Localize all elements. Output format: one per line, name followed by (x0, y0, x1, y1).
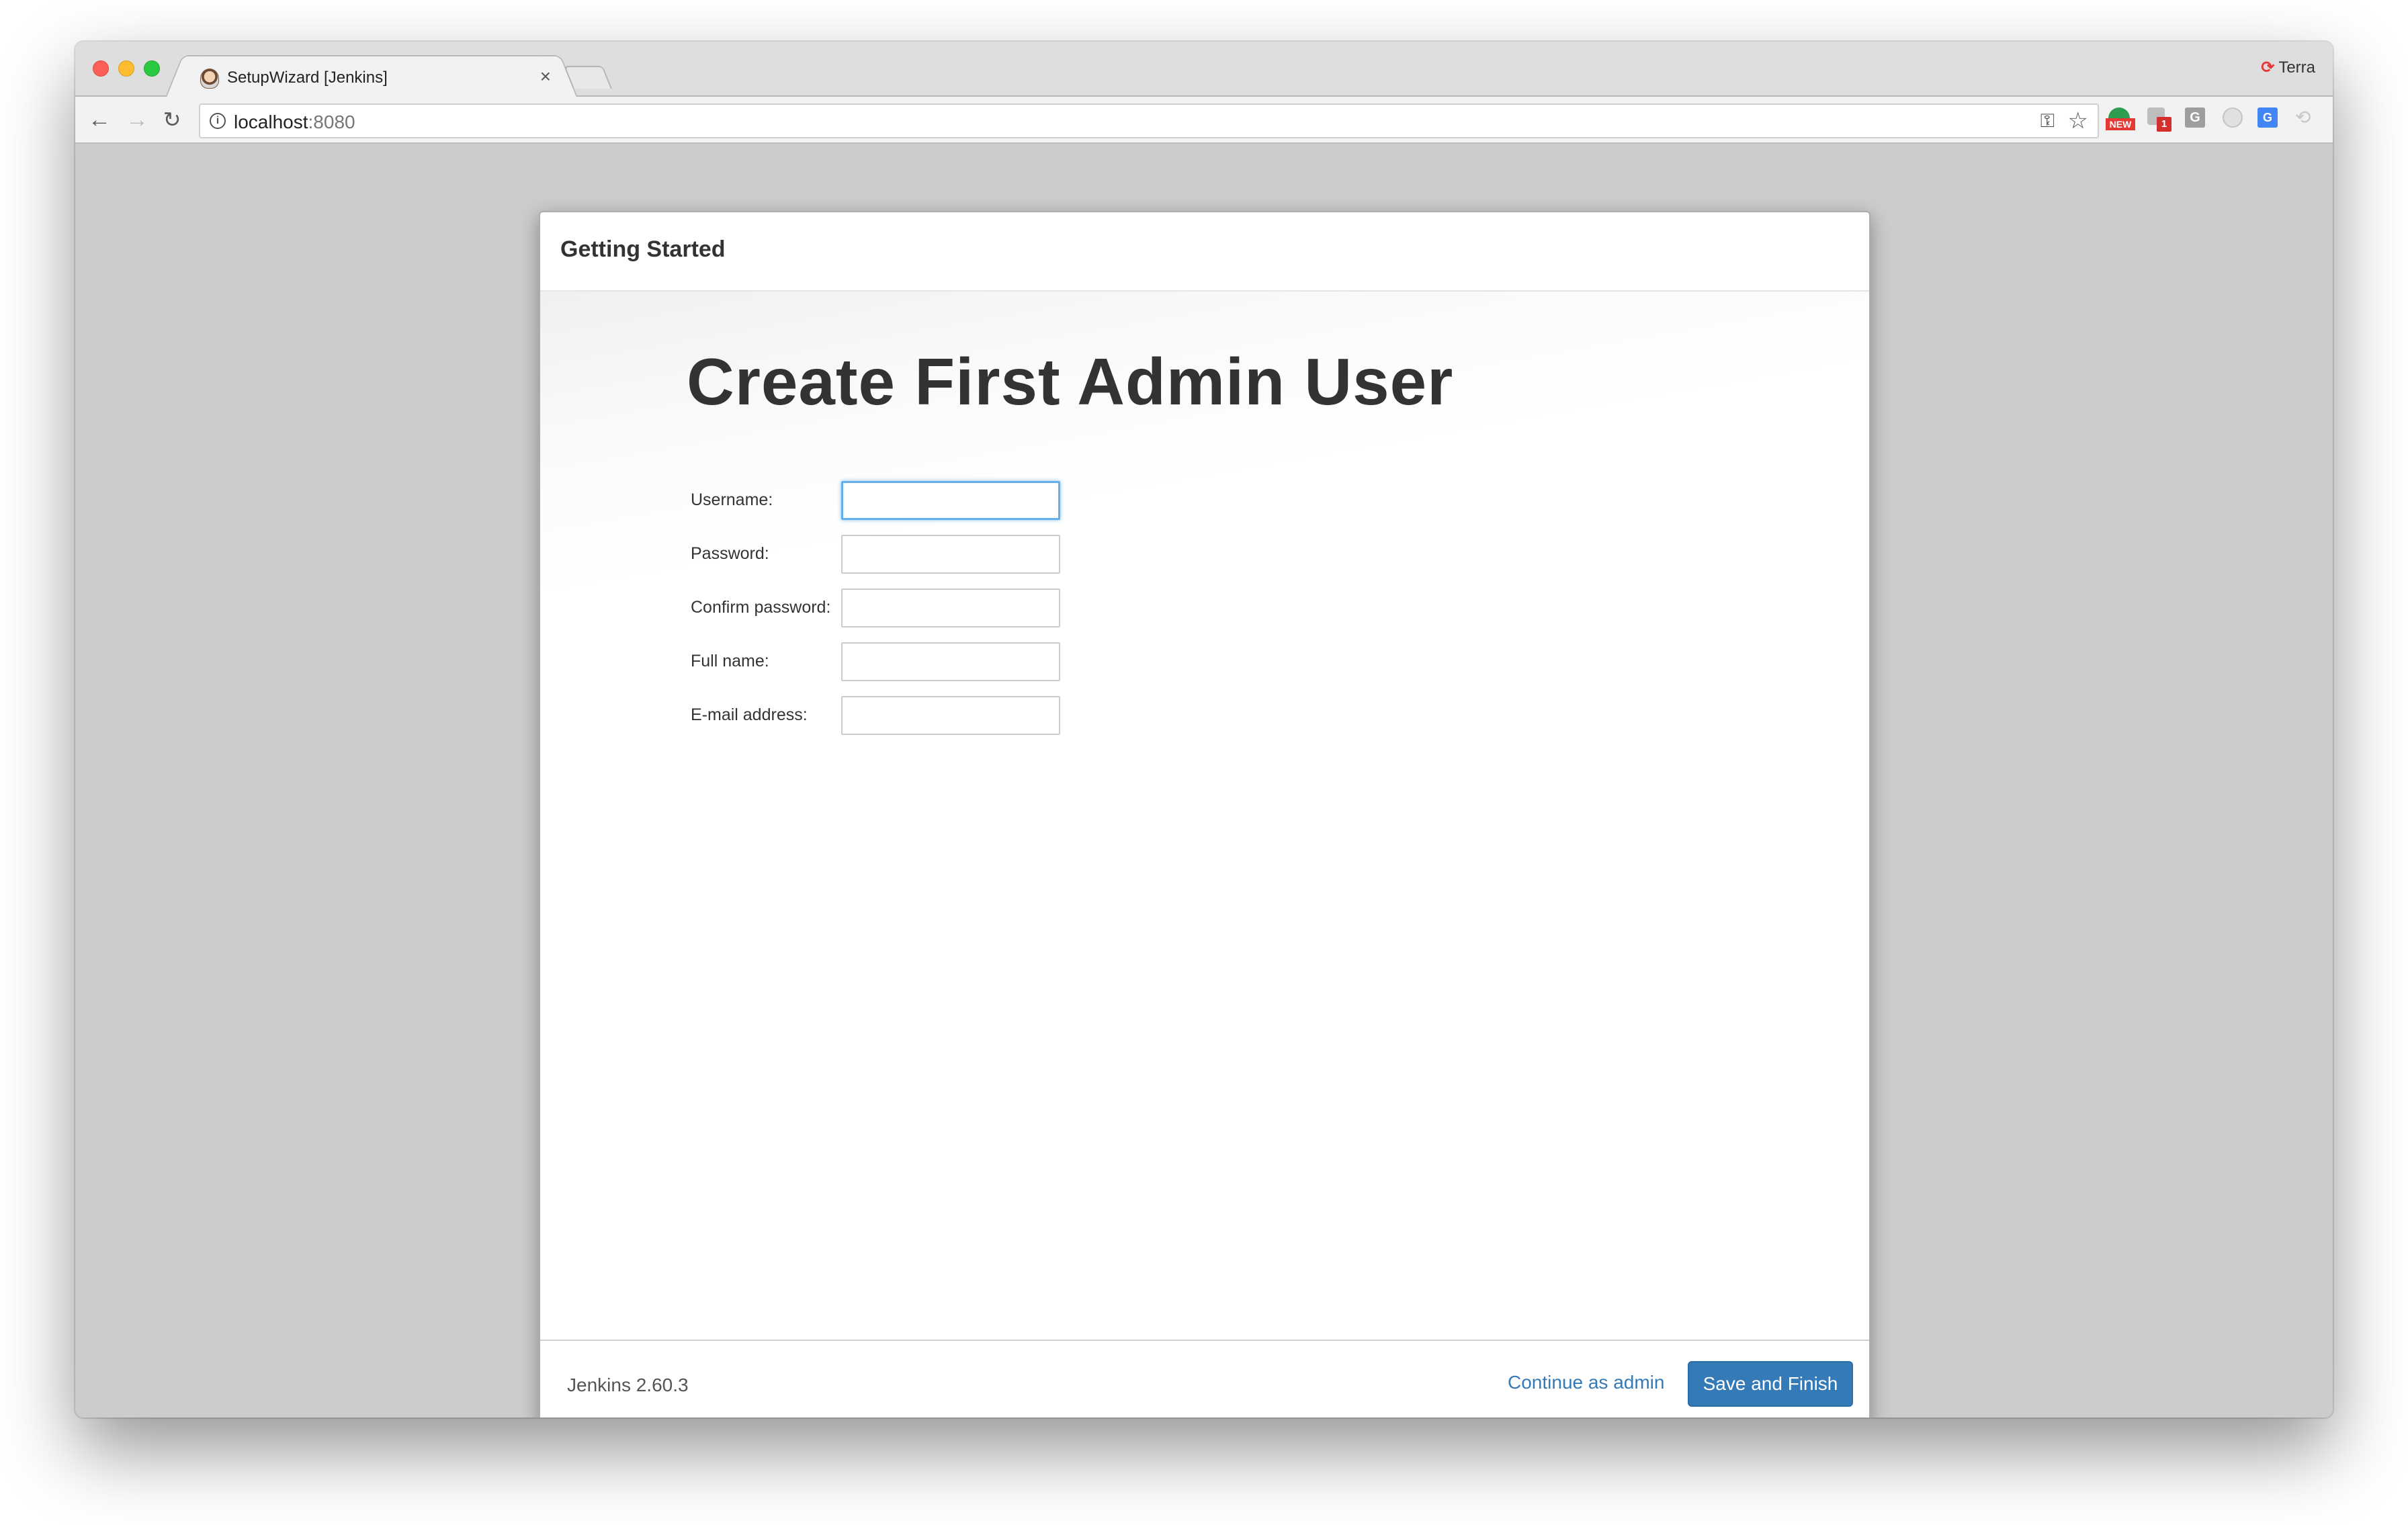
password-label: Password: (691, 544, 769, 563)
tab-strip: SetupWizard [Jenkins] × ⟳ Terra (75, 42, 2333, 98)
extension-count-badge: 1 (2157, 117, 2172, 132)
continue-as-admin-button[interactable]: Continue as admin (1508, 1372, 1664, 1393)
full-name-label: Full name: (691, 652, 769, 670)
full-name-field[interactable] (841, 642, 1060, 681)
tab-title: SetupWizard [Jenkins] (227, 69, 388, 87)
setup-wizard-dialog: Getting Started Create First Admin User … (539, 211, 1870, 1418)
browser-toolbar: ← → ↻ i localhost:8080 ⚿ ☆ NEW 1 G G ⟲ G… (75, 97, 2333, 144)
username-label: Username: (691, 490, 773, 509)
minimize-window-button[interactable] (118, 60, 134, 77)
email-field[interactable] (841, 696, 1060, 735)
full-name-row: Full name: (691, 642, 1228, 683)
back-arrow-icon[interactable]: ← (86, 105, 113, 134)
password-field[interactable] (841, 535, 1060, 574)
dialog-header: Getting Started (540, 212, 1869, 292)
save-and-finish-button[interactable]: Save and Finish (1688, 1361, 1853, 1407)
new-tab-button[interactable] (564, 66, 612, 89)
profile-button[interactable]: ⟳ Terra (2261, 58, 2315, 77)
username-row: Username: (691, 481, 1228, 521)
extension-g-icon[interactable]: G (2185, 107, 2205, 128)
url-host: localhost (234, 112, 308, 132)
username-field[interactable] (841, 481, 1060, 520)
dialog-body: Create First Admin User Username: Passwo… (540, 292, 1869, 1342)
maximize-window-button[interactable] (144, 60, 160, 77)
browser-tab[interactable]: SetupWizard [Jenkins] × (184, 55, 559, 98)
page-viewport: Getting Started Create First Admin User … (75, 144, 2333, 1418)
url-port: :8080 (308, 112, 355, 132)
email-row: E-mail address: (691, 696, 1228, 736)
password-row: Password: (691, 535, 1228, 575)
confirm-password-label: Confirm password: (691, 598, 831, 617)
confirm-password-row: Confirm password: (691, 589, 1228, 629)
dialog-title: Getting Started (560, 236, 726, 262)
extension-new-badge: NEW (2106, 118, 2135, 130)
address-bar[interactable]: i localhost:8080 ⚿ ☆ (199, 103, 2099, 138)
close-window-button[interactable] (93, 60, 109, 77)
url-text: localhost:8080 (234, 112, 355, 133)
confirm-password-field[interactable] (841, 589, 1060, 627)
email-label: E-mail address: (691, 705, 808, 724)
tab-close-icon[interactable]: × (540, 66, 551, 87)
extension-count-icon[interactable]: 1 (2147, 107, 2172, 132)
translate-icon[interactable]: G (2258, 107, 2278, 128)
key-icon[interactable]: ⚿ (2040, 110, 2055, 132)
info-icon[interactable]: i (210, 113, 226, 129)
profile-name: Terra (2278, 58, 2315, 77)
extension-new-icon[interactable]: NEW (2106, 107, 2135, 130)
jenkins-favicon-icon (200, 69, 219, 89)
forward-arrow-icon[interactable]: → (124, 105, 150, 134)
jenkins-version: Jenkins 2.60.3 (567, 1375, 689, 1395)
extension-circle-icon[interactable] (2223, 107, 2243, 128)
browser-window: SetupWizard [Jenkins] × ⟳ Terra ← → ↻ i … (75, 42, 2333, 1418)
page-title: Create First Admin User (687, 345, 1454, 419)
star-icon[interactable]: ☆ (2068, 107, 2088, 134)
profile-icon: ⟳ (2261, 58, 2275, 77)
extension-sync-icon[interactable]: ⟲ (2295, 107, 2317, 129)
dialog-footer: Jenkins 2.60.3 Continue as admin Save an… (540, 1340, 1869, 1418)
reload-icon[interactable]: ↻ (159, 105, 185, 134)
